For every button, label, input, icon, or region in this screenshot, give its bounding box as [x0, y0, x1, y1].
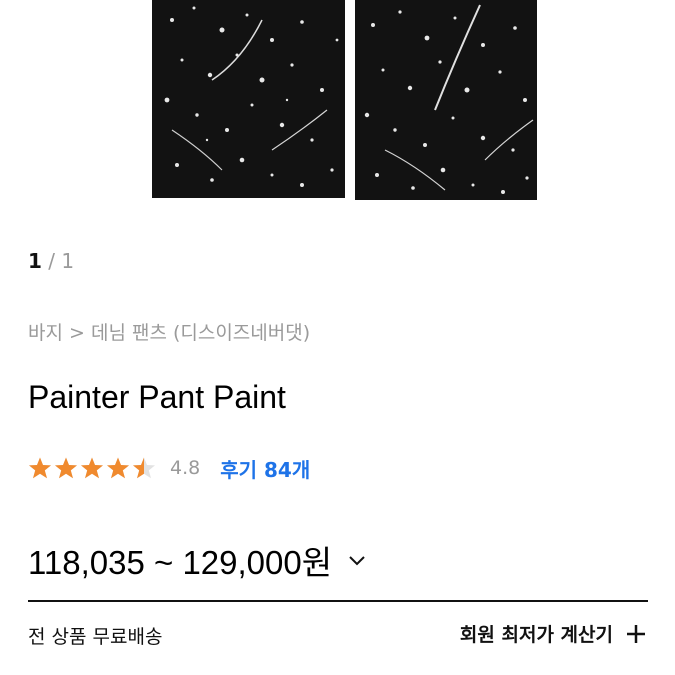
breadcrumb[interactable]: 바지 > 데님 팬츠 (디스이즈네버댓) — [28, 318, 310, 345]
star-icon — [107, 457, 129, 479]
star-icon — [29, 457, 51, 479]
pant-leg-right — [355, 0, 537, 200]
image-counter-separator: / — [48, 249, 56, 273]
price-range: 118,035 ~ 129,000원 — [28, 544, 333, 581]
reviews-link[interactable]: 후기 84개 — [220, 454, 310, 483]
rating-score: 4.8 — [170, 457, 201, 479]
plus-icon[interactable] — [625, 623, 647, 645]
star-icon — [133, 457, 155, 479]
rating-row: 4.8 후기 84개 — [28, 452, 310, 484]
product-title: Painter Pant Paint — [28, 379, 286, 415]
calculator-label: 회원 최저가 계산기 — [459, 624, 613, 646]
divider — [28, 600, 648, 602]
star-rating — [28, 456, 156, 480]
free-shipping-label: 전 상품 무료배송 — [28, 626, 163, 648]
price-row[interactable]: 118,035 ~ 129,000원 — [28, 536, 368, 584]
chevron-down-icon[interactable] — [346, 549, 368, 571]
product-image[interactable] — [0, 0, 675, 215]
star-icon — [81, 457, 103, 479]
pant-leg-left — [152, 0, 345, 198]
image-counter: 1 / 1 — [28, 249, 74, 273]
star-icon — [55, 457, 77, 479]
image-counter-current: 1 — [28, 249, 42, 273]
member-price-calculator-button[interactable]: 회원 최저가 계산기 — [460, 620, 647, 647]
image-counter-total: 1 — [61, 249, 75, 273]
